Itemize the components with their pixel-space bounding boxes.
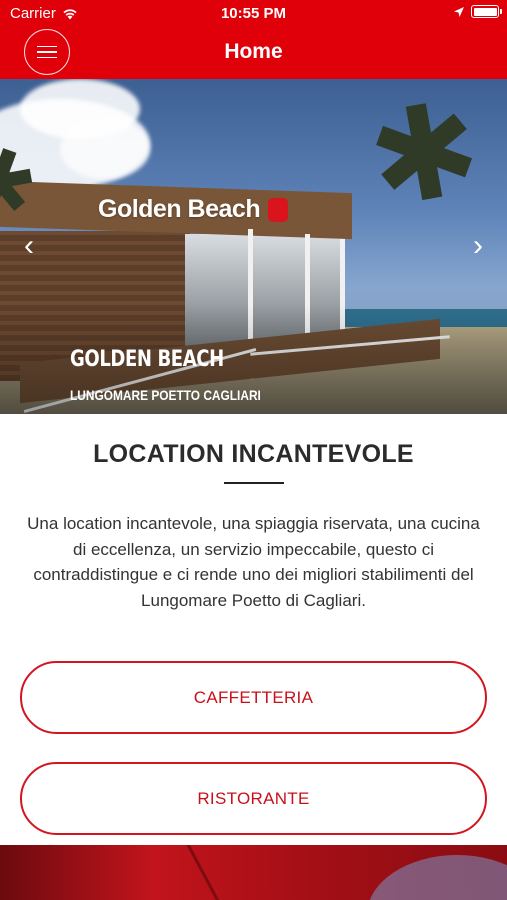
chevron-right-icon[interactable]: › bbox=[473, 231, 483, 261]
title-divider bbox=[224, 482, 284, 484]
clock: 10:55 PM bbox=[220, 5, 287, 22]
location-arrow-icon bbox=[454, 6, 464, 17]
page-title: Home bbox=[224, 40, 283, 63]
status-right-group bbox=[453, 5, 502, 18]
bottom-image[interactable] bbox=[0, 845, 507, 900]
battery-icon bbox=[471, 5, 502, 18]
hero-title: GOLDEN BEACH bbox=[70, 347, 224, 372]
caffetteria-button[interactable]: CAFFETTERIA bbox=[20, 661, 487, 734]
ristorante-button[interactable]: RISTORANTE bbox=[20, 762, 487, 835]
chevron-left-icon[interactable]: ‹ bbox=[24, 231, 34, 261]
golden-beach-logo: Golden Beach bbox=[98, 195, 261, 223]
cloud-shape bbox=[60, 119, 150, 179]
heart-brand-icon bbox=[268, 198, 288, 222]
palm-tree: ✱ bbox=[358, 79, 491, 236]
hero-carousel[interactable]: ✱ ✱ Golden Beach GOLDEN BEACH LUNGOMARE … bbox=[0, 79, 507, 414]
top-bar: Carrier 10:55 PM Home bbox=[0, 0, 507, 79]
status-bar: Carrier 10:55 PM bbox=[0, 0, 507, 28]
hero-subtitle: LUNGOMARE POETTO CAGLIARI bbox=[70, 387, 261, 403]
section-description: Una location incantevole, una spiaggia r… bbox=[27, 514, 480, 610]
section-title: LOCATION INCANTEVOLE bbox=[93, 440, 414, 468]
